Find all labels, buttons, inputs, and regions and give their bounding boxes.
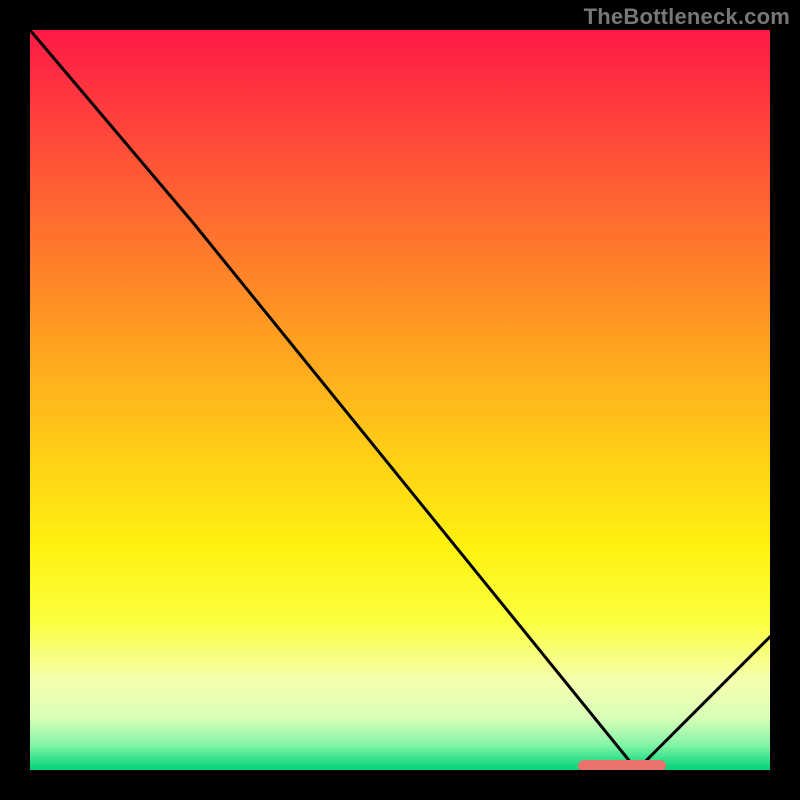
chart-stage: TheBottleneck.com — [0, 0, 800, 800]
plot-area — [30, 30, 770, 770]
gradient-background — [30, 30, 770, 770]
bottleneck-chart — [30, 30, 770, 770]
optimal-range-marker — [578, 760, 667, 770]
watermark-text: TheBottleneck.com — [584, 4, 790, 30]
